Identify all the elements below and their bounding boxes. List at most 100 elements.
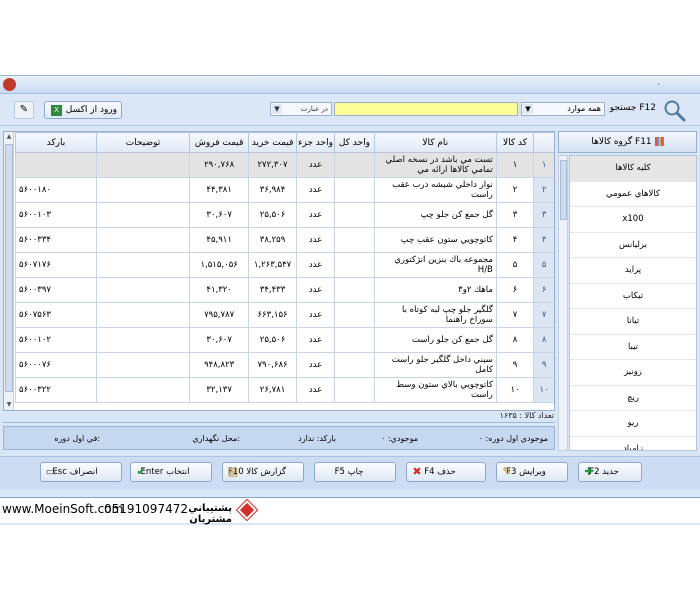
table-row[interactable]: ۵۶۰۰۳۹۷ ۴۱,۳۲۰ ۳۴,۴۳۳ عدد ماهك ۲و۳ ۶ ۶ xyxy=(15,277,554,303)
group-item[interactable]: رونيز xyxy=(570,360,696,386)
group-item[interactable]: كليه كالاها xyxy=(570,156,696,182)
cell-sub-unit[interactable]: عدد xyxy=(295,177,336,203)
group-item[interactable]: زامياد xyxy=(570,437,696,451)
cell-buy-price[interactable]: ۳۴,۴۳۳ xyxy=(248,277,297,303)
cell-description[interactable] xyxy=(95,327,191,353)
scroll-thumb[interactable] xyxy=(5,144,13,392)
cell-row-indicator[interactable]: ۲ xyxy=(533,177,554,203)
cell-barcode[interactable]: ۵۶۰۰۱۸۰ xyxy=(15,177,97,203)
cell-description[interactable] xyxy=(95,152,191,178)
match-mode-combo[interactable]: ▼ در عبارت xyxy=(270,102,332,116)
cell-sell-price[interactable]: ۳۰,۶۰۷ xyxy=(189,327,250,353)
search-icon[interactable] xyxy=(662,98,686,122)
cell-sub-unit[interactable]: عدد xyxy=(295,302,336,328)
edit-button[interactable]: ✎ ويرايش F3 xyxy=(496,462,568,482)
cell-row-indicator[interactable]: ۳ xyxy=(533,202,554,228)
group-item[interactable]: ريو xyxy=(570,411,696,437)
cell-row-indicator[interactable]: ۸ xyxy=(533,327,554,353)
cell-sub-unit[interactable]: عدد xyxy=(295,277,336,303)
cell-main-unit[interactable] xyxy=(334,377,375,403)
cell-sub-unit[interactable]: عدد xyxy=(295,377,336,403)
cell-row-indicator[interactable]: ۵ xyxy=(533,252,554,278)
cell-description[interactable] xyxy=(95,202,191,228)
cell-buy-price[interactable]: ۲۶,۷۸۱ xyxy=(248,377,297,403)
cell-sell-price[interactable]: ۳۲,۱۳۷ xyxy=(189,377,250,403)
cell-sub-unit[interactable]: عدد xyxy=(295,327,336,353)
cell-sell-price[interactable]: ۹۴۸,۸۲۳ xyxy=(189,352,250,378)
search-scope-combo[interactable]: ▼ همه موارد xyxy=(521,102,605,116)
cell-description[interactable] xyxy=(95,177,191,203)
cell-buy-price[interactable]: ۷۹۰,۶۸۶ xyxy=(248,352,297,378)
cell-description[interactable] xyxy=(95,377,191,403)
cell-sub-unit[interactable]: عدد xyxy=(295,252,336,278)
cell-buy-price[interactable]: ۱,۲۶۳,۵۴۷ xyxy=(248,252,297,278)
cell-code[interactable]: ۳ xyxy=(495,202,535,228)
cell-main-unit[interactable] xyxy=(334,277,375,303)
report-button[interactable]: ▤ گزارش كالا F10 xyxy=(222,462,304,482)
cell-name[interactable]: گل جمع كن جلو چپ xyxy=(373,202,497,228)
table-row[interactable]: ۵۶۰۰۱۰۳ ۳۰,۶۰۷ ۲۵,۵۰۶ عدد گل جمع كن جلو چپ ۳ ۳ xyxy=(15,202,554,228)
cell-barcode[interactable]: ۵۶۰۰۱۰۳ xyxy=(15,202,97,228)
cell-name[interactable]: ماهك ۲و۳ xyxy=(373,277,497,303)
cell-code[interactable]: ۴ xyxy=(495,227,535,253)
cell-name[interactable]: سيني داخل گلگير جلو راست كامل xyxy=(373,352,497,378)
cell-buy-price[interactable]: ۶۶۳,۱۵۶ xyxy=(248,302,297,328)
cell-buy-price[interactable]: ۲۷۲,۳۰۷ xyxy=(248,152,297,178)
cell-code[interactable]: ۸ xyxy=(495,327,535,353)
print-button[interactable]: چاپ F5 xyxy=(314,462,396,482)
cell-name[interactable]: كاتوچويي ستون عقب چپ xyxy=(373,227,497,253)
group-item[interactable]: ريچ xyxy=(570,386,696,411)
cell-name[interactable]: كاتوچويي بالاي ستون وسط راست xyxy=(373,377,497,403)
cell-main-unit[interactable] xyxy=(334,227,375,253)
import-excel-button[interactable]: X ورود از اکسل xyxy=(44,101,122,119)
cell-main-unit[interactable] xyxy=(334,177,375,203)
table-row[interactable]: ۵۶۰۰۰۷۶ ۹۴۸,۸۲۳ ۷۹۰,۶۸۶ عدد سيني داخل گلگير … xyxy=(15,352,554,378)
scroll-up-icon[interactable]: ▲ xyxy=(5,132,13,142)
cell-description[interactable] xyxy=(95,277,191,303)
table-row[interactable]: ۵۶۰۰۱۸۰ ۴۴,۳۸۱ ۳۶,۹۸۴ عدد نوار داخلي شيشه در… xyxy=(15,177,554,203)
cell-code[interactable]: ۶ xyxy=(495,277,535,303)
cell-row-indicator[interactable]: ۶ xyxy=(533,277,554,303)
cell-barcode[interactable]: ۵۶۰۷۱۷۶ xyxy=(15,252,97,278)
table-row[interactable]: ۲۹۰,۷۶۸ ۲۷۲,۳۰۷ عدد تست مي باشد در نسخه اصل… xyxy=(15,152,554,178)
table-scrollbar[interactable]: ▲ ▼ xyxy=(4,132,14,410)
col-main-unit[interactable]: واحد کل xyxy=(334,132,375,153)
cell-sell-price[interactable]: ۴۴,۳۸۱ xyxy=(189,177,250,203)
cell-barcode[interactable]: ۵۶۰۷۵۶۳ xyxy=(15,302,97,328)
cell-sell-price[interactable]: ۱,۵۱۵,۰۵۶ xyxy=(189,252,250,278)
col-barcode[interactable]: بارکد xyxy=(15,132,97,153)
cell-sub-unit[interactable]: عدد xyxy=(295,352,336,378)
cell-sub-unit[interactable]: عدد xyxy=(295,227,336,253)
cell-row-indicator[interactable]: ۹ xyxy=(533,352,554,378)
cell-row-indicator[interactable]: ۷ xyxy=(533,302,554,328)
table-row[interactable]: ۵۶۰۰۱۰۲ ۳۰,۶۰۷ ۲۵,۵۰۶ عدد گل جمع كن جلو راست… xyxy=(15,327,554,353)
cell-main-unit[interactable] xyxy=(334,302,375,328)
cell-name[interactable]: مجموعه باك بنزين انژكتوري H/B xyxy=(373,252,497,278)
cell-buy-price[interactable]: ۲۵,۵۰۶ xyxy=(248,202,297,228)
table-row[interactable]: ۵۶۰۰۳۲۲ ۳۲,۱۳۷ ۲۶,۷۸۱ عدد كاتوچويي بالاي ستو… xyxy=(15,377,554,403)
cell-code[interactable]: ۵ xyxy=(495,252,535,278)
table-row[interactable]: ۵۶۰۷۵۶۳ ۷۹۵,۷۸۷ ۶۶۳,۱۵۶ عدد گلگير جلو چپ لبه… xyxy=(15,302,554,328)
brush-tool-button[interactable]: ✎ xyxy=(14,101,34,119)
new-button[interactable]: ✚ جديد F2 xyxy=(578,462,642,482)
table-row[interactable]: ۵۶۰۷۱۷۶ ۱,۵۱۵,۰۵۶ ۱,۲۶۳,۵۴۷ عدد مجموعه باك ب… xyxy=(15,252,554,278)
cell-name[interactable]: تست مي باشد در نسخه اصلي تمامي كالاها ار… xyxy=(373,152,497,178)
cell-buy-price[interactable]: ۳۸,۲۵۹ xyxy=(248,227,297,253)
cell-row-indicator[interactable]: ۴ xyxy=(533,227,554,253)
cell-main-unit[interactable] xyxy=(334,252,375,278)
cell-barcode[interactable]: ۵۶۰۰۳۲۲ xyxy=(15,377,97,403)
col-sell-price[interactable]: قیمت فروش xyxy=(189,132,250,153)
group-item[interactable]: تيانا xyxy=(570,309,696,335)
cell-code[interactable]: ۱ xyxy=(495,152,535,178)
col-buy-price[interactable]: قیمت خرید xyxy=(248,132,297,153)
cell-buy-price[interactable]: ۳۶,۹۸۴ xyxy=(248,177,297,203)
groups-scrollbar[interactable] xyxy=(558,155,568,451)
cell-barcode[interactable]: ۵۶۰۰۳۹۷ xyxy=(15,277,97,303)
search-input[interactable] xyxy=(334,102,518,116)
groups-scroll-thumb[interactable] xyxy=(560,160,567,220)
table-row[interactable]: ۵۶۰۰۳۳۴ ۴۵,۹۱۱ ۳۸,۲۵۹ عدد كاتوچويي ستون عقب … xyxy=(15,227,554,253)
cell-barcode[interactable]: ۵۶۰۰۰۷۶ xyxy=(15,352,97,378)
cell-name[interactable]: گلگير جلو چپ لبه كوتاه با سوراخ راهنما xyxy=(373,302,497,328)
cell-name[interactable]: گل جمع كن جلو راست xyxy=(373,327,497,353)
cell-description[interactable] xyxy=(95,227,191,253)
